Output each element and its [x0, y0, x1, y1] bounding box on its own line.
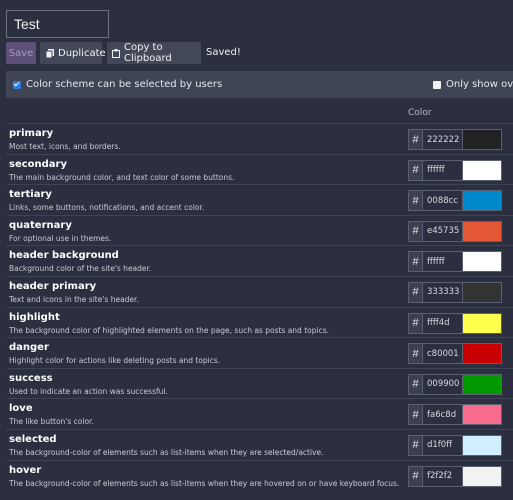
- hex-input[interactable]: ffffff: [423, 251, 463, 273]
- color-description: Most text, icons, and borders.: [9, 142, 121, 151]
- color-swatch[interactable]: [462, 465, 502, 487]
- hash-prefix: #: [408, 465, 423, 487]
- color-name: selected: [9, 433, 57, 445]
- save-label: Save: [8, 47, 34, 59]
- color-description: Background color of the site's header.: [9, 264, 152, 274]
- color-row: primary Most text, icons, and borders. #22…: [6, 123, 513, 154]
- color-row: secondary The main background color, and …: [6, 153, 513, 185]
- color-description: The like button's color.: [9, 417, 94, 427]
- color-row: love The like button's color. # fa6c8d: [6, 398, 513, 429]
- color-description: Highlight color for actions like deletin…: [9, 356, 221, 366]
- hex-input[interactable]: 009900: [423, 373, 463, 395]
- color-description: The background-color of elements such as…: [9, 478, 400, 488]
- color-swatch[interactable]: [462, 190, 502, 212]
- hash-prefix: #: [408, 251, 423, 273]
- only-overrides-label: Only show overrides: [446, 79, 513, 90]
- color-column-header: Color: [408, 108, 432, 118]
- color-description: Used to indicate an action was successfu…: [9, 386, 168, 396]
- color-description: The main background color, and text colo…: [9, 172, 235, 182]
- copy-to-clipboard-button[interactable]: Copy to Clipboard: [107, 42, 201, 64]
- color-row: hover The background-color of elements su…: [6, 459, 513, 491]
- color-row: danger Highlight color for actions like d…: [6, 337, 513, 368]
- saved-status: Saved!: [206, 47, 241, 58]
- color-row: success Used to indicate an action was su…: [6, 367, 513, 399]
- hex-input[interactable]: c80001: [423, 343, 463, 365]
- hex-input[interactable]: fa6c8d: [423, 404, 463, 426]
- duplicate-label: Duplicate: [58, 47, 106, 59]
- only-overrides-checkbox[interactable]: [433, 81, 441, 89]
- color-name: secondary: [9, 158, 68, 170]
- color-name: primary: [9, 128, 54, 139]
- color-swatch[interactable]: [462, 129, 502, 150]
- color-swatch[interactable]: [462, 373, 502, 395]
- hex-input[interactable]: 333333: [423, 281, 463, 303]
- copy-label: Copy to Clipboard: [124, 42, 172, 64]
- color-row: tertiary Links, some buttons, notificatio…: [6, 184, 513, 215]
- hash-prefix: #: [408, 281, 423, 303]
- hex-input[interactable]: d1f0ff: [423, 434, 463, 456]
- color-swatch[interactable]: [462, 159, 502, 181]
- color-description: Links, some buttons, notifications, and …: [9, 203, 205, 213]
- color-swatch[interactable]: [462, 220, 502, 242]
- color-swatch[interactable]: [462, 343, 502, 365]
- hash-prefix: #: [408, 129, 423, 150]
- hash-prefix: #: [408, 373, 423, 395]
- hex-input[interactable]: ffff4d: [423, 312, 463, 334]
- hex-input[interactable]: ffffff: [423, 159, 463, 181]
- color-row: highlight The background color of highlig…: [6, 306, 513, 338]
- hash-prefix: #: [408, 434, 423, 456]
- color-description: Text and icons in the site's header.: [9, 294, 139, 304]
- color-name: header background: [9, 250, 119, 262]
- scheme-name-input[interactable]: Test: [6, 10, 109, 38]
- color-list: primary Most text, icons, and borders. #22…: [6, 123, 513, 490]
- color-swatch[interactable]: [462, 434, 502, 456]
- color-row: selected The background-color of elements…: [6, 428, 513, 460]
- color-swatch[interactable]: [462, 312, 502, 334]
- color-description: For optional use in themes.: [9, 233, 112, 243]
- user-selectable-checkbox[interactable]: [13, 81, 21, 89]
- color-row: header primary Text and icons in the site…: [6, 275, 513, 307]
- hash-prefix: #: [408, 404, 423, 426]
- color-name: hover: [9, 464, 42, 476]
- hash-prefix: #: [408, 159, 423, 181]
- color-name: danger: [9, 342, 49, 354]
- duplicate-icon: [45, 48, 54, 58]
- color-name: tertiary: [9, 189, 52, 201]
- color-name: love: [9, 403, 33, 415]
- color-swatch[interactable]: [462, 251, 502, 273]
- color-description: The background color of highlighted elem…: [9, 325, 329, 335]
- options-bar: Color scheme can be selected by users On…: [6, 71, 513, 98]
- color-row: quaternary For optional use in themes. # e4…: [6, 214, 513, 246]
- color-name: quaternary: [9, 219, 72, 231]
- hash-prefix: #: [408, 190, 423, 212]
- color-swatch[interactable]: [462, 404, 502, 426]
- hex-input[interactable]: 0088cc: [423, 190, 463, 212]
- color-swatch[interactable]: [462, 281, 502, 303]
- color-row: header background Background color of the…: [6, 245, 513, 276]
- clipboard-icon: [112, 48, 120, 58]
- duplicate-button[interactable]: Duplicate: [40, 42, 106, 64]
- hex-input[interactable]: f2f2f2: [423, 465, 463, 487]
- hash-prefix: #: [408, 220, 423, 242]
- color-description: The background-color of elements such as…: [9, 447, 324, 457]
- color-name: header primary: [9, 280, 97, 292]
- color-name: highlight: [9, 311, 60, 323]
- hex-input[interactable]: 222222: [423, 129, 463, 150]
- user-selectable-label: Color scheme can be selected by users: [26, 79, 223, 90]
- color-name: success: [9, 372, 53, 384]
- save-button[interactable]: Save: [6, 42, 36, 64]
- hash-prefix: #: [408, 343, 423, 365]
- hash-prefix: #: [408, 312, 423, 334]
- hex-input[interactable]: e45735: [423, 220, 463, 242]
